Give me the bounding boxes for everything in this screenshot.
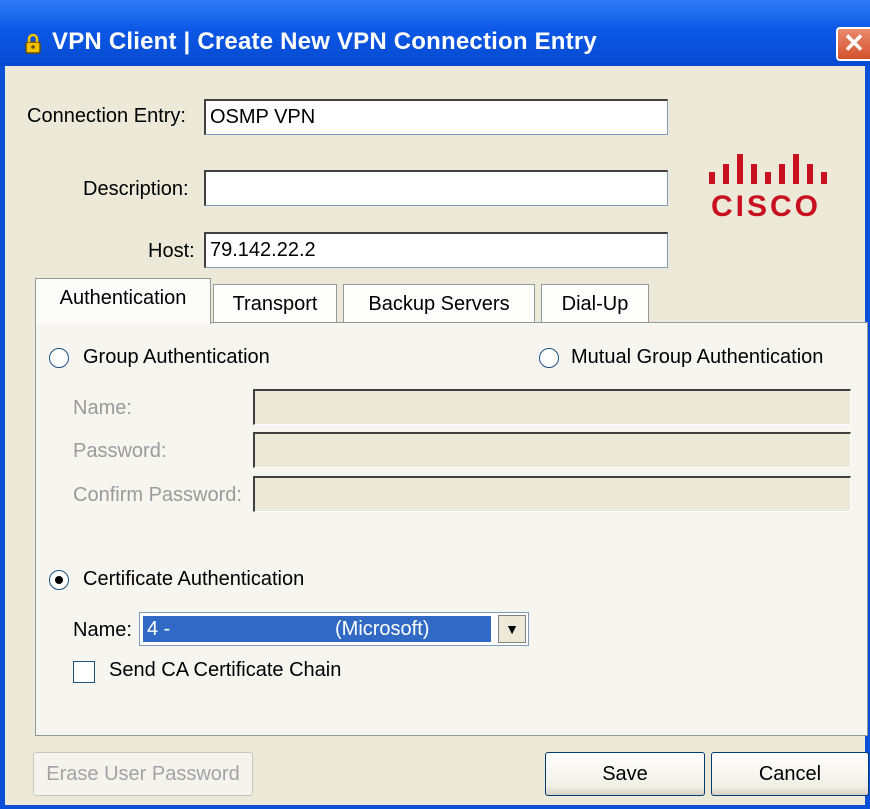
cert-auth-label: Certificate Authentication <box>83 568 305 590</box>
description-input[interactable] <box>204 170 668 206</box>
erase-user-password-button[interactable]: Erase User Password <box>33 752 253 796</box>
tab-backup-servers[interactable]: Backup Servers <box>343 284 535 324</box>
confirm-password-input[interactable] <box>253 476 851 512</box>
description-label: Description: <box>83 178 189 200</box>
title-bar[interactable]: VPN Client | Create New VPN Connection E… <box>0 0 870 66</box>
close-button[interactable]: ✕ <box>836 27 870 61</box>
group-name-input[interactable] <box>253 389 851 425</box>
group-name-label: Name: <box>73 397 132 419</box>
window-title: VPN Client | Create New VPN Connection E… <box>52 28 597 55</box>
chevron-down-icon[interactable]: ▼ <box>498 615 526 643</box>
tab-label: Backup Servers <box>368 293 510 315</box>
cert-value-suffix: (Microsoft) <box>335 618 430 640</box>
mutual-group-auth-label: Mutual Group Authentication <box>571 346 824 368</box>
cert-name-label: Name: <box>73 619 132 641</box>
connection-entry-input[interactable]: OSMP VPN <box>204 99 668 135</box>
close-icon: ✕ <box>843 28 865 58</box>
host-label: Host: <box>148 240 195 262</box>
host-input[interactable]: 79.142.22.2 <box>204 232 668 268</box>
cisco-logo: CISCO <box>699 150 839 224</box>
group-password-input[interactable] <box>253 432 851 468</box>
vpn-dialog-window: VPN Client | Create New VPN Connection E… <box>0 0 870 809</box>
confirm-password-label: Confirm Password: <box>73 484 242 506</box>
connection-entry-label: Connection Entry: <box>27 105 186 127</box>
tab-label: Authentication <box>59 287 187 309</box>
tab-label: Dial-Up <box>561 293 629 315</box>
lock-icon <box>25 33 41 54</box>
group-auth-label: Group Authentication <box>83 346 270 368</box>
tab-authentication[interactable]: Authentication <box>35 278 211 324</box>
group-auth-radio[interactable] <box>49 348 69 368</box>
tab-transport[interactable]: Transport <box>213 284 337 324</box>
certificate-selected-value: 4 - (Microsoft) <box>143 616 491 642</box>
save-button[interactable]: Save <box>545 752 705 796</box>
send-ca-label: Send CA Certificate Chain <box>109 659 342 681</box>
cert-value-prefix: 4 - <box>147 618 171 640</box>
tab-dial-up[interactable]: Dial-Up <box>541 284 649 324</box>
cisco-wordmark: CISCO <box>711 190 822 223</box>
cert-auth-radio[interactable] <box>49 570 69 590</box>
certificate-select[interactable]: 4 - (Microsoft) ▼ <box>139 612 529 646</box>
cisco-bars-icon <box>709 154 827 184</box>
radio-selected-dot <box>55 576 63 584</box>
mutual-group-auth-radio[interactable] <box>539 348 559 368</box>
send-ca-checkbox[interactable] <box>73 661 95 683</box>
cancel-button[interactable]: Cancel <box>711 752 869 796</box>
group-password-label: Password: <box>73 440 167 462</box>
tab-label: Transport <box>232 293 318 315</box>
